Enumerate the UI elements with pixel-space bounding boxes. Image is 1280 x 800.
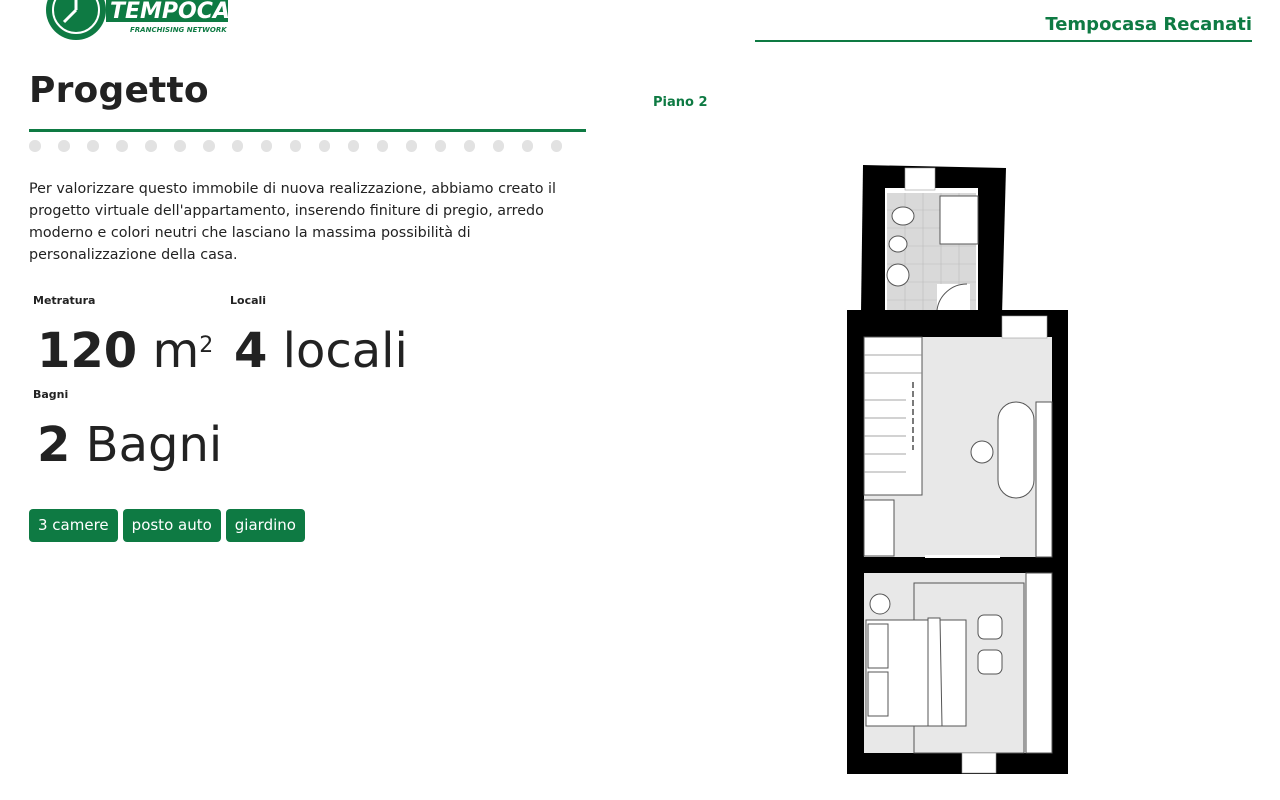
bagni-unit: Bagni (85, 417, 223, 473)
metratura-unit-exponent: 2 (199, 333, 214, 358)
dot-separator (29, 140, 586, 152)
separator-dot (86, 140, 99, 152)
tag-camere: 3 camere (29, 509, 118, 542)
separator-dot (260, 140, 273, 152)
logo-subtext: FRANCHISING NETWORK (130, 26, 227, 34)
separator-dot (376, 140, 389, 152)
locali-number: 4 (234, 323, 268, 379)
agency-name: Tempocasa Recanati (1045, 14, 1252, 35)
locali-unit: locali (282, 323, 408, 379)
separator-dot (57, 140, 70, 152)
locali-label: Locali (230, 294, 267, 307)
locali-value: 4 locali (234, 327, 408, 375)
separator-dot (347, 140, 360, 152)
bagni-number: 2 (37, 417, 71, 473)
bagni-label: Bagni (33, 388, 69, 401)
tag-giardino: giardino (225, 509, 305, 542)
separator-dot (492, 140, 505, 152)
floor-plan (847, 165, 1068, 774)
metratura-label: Metratura (33, 294, 96, 307)
tag-posto-auto: posto auto (122, 509, 221, 542)
separator-dot (521, 140, 534, 152)
metratura-unit: m (152, 323, 200, 379)
separator-dot (434, 140, 447, 152)
separator-dot (144, 140, 157, 152)
agency-divider (755, 40, 1252, 42)
separator-dot (202, 140, 215, 152)
logo-text: TEMPOCASA (110, 0, 230, 24)
separator-dot (115, 140, 128, 152)
page-title: Progetto (29, 70, 209, 111)
separator-dot (173, 140, 186, 152)
bagni-value: 2 Bagni (37, 421, 222, 469)
separator-dot (463, 140, 476, 152)
project-description: Per valorizzare questo immobile di nuova… (29, 181, 556, 263)
separator-dot (318, 140, 331, 152)
separator-dot (550, 140, 563, 152)
metratura-value: 120 m2 (37, 327, 213, 375)
separator-dot (29, 140, 41, 152)
floor-label: Piano 2 (653, 95, 708, 110)
separator-dot (289, 140, 302, 152)
separator-dot (405, 140, 418, 152)
metratura-number: 120 (37, 323, 138, 379)
separator-dot (231, 140, 244, 152)
feature-tags: 3 camere posto auto giardino (29, 509, 305, 542)
tempocasa-logo: TEMPOCASA FRANCHISING NETWORK (46, 0, 230, 40)
title-divider (29, 129, 586, 132)
